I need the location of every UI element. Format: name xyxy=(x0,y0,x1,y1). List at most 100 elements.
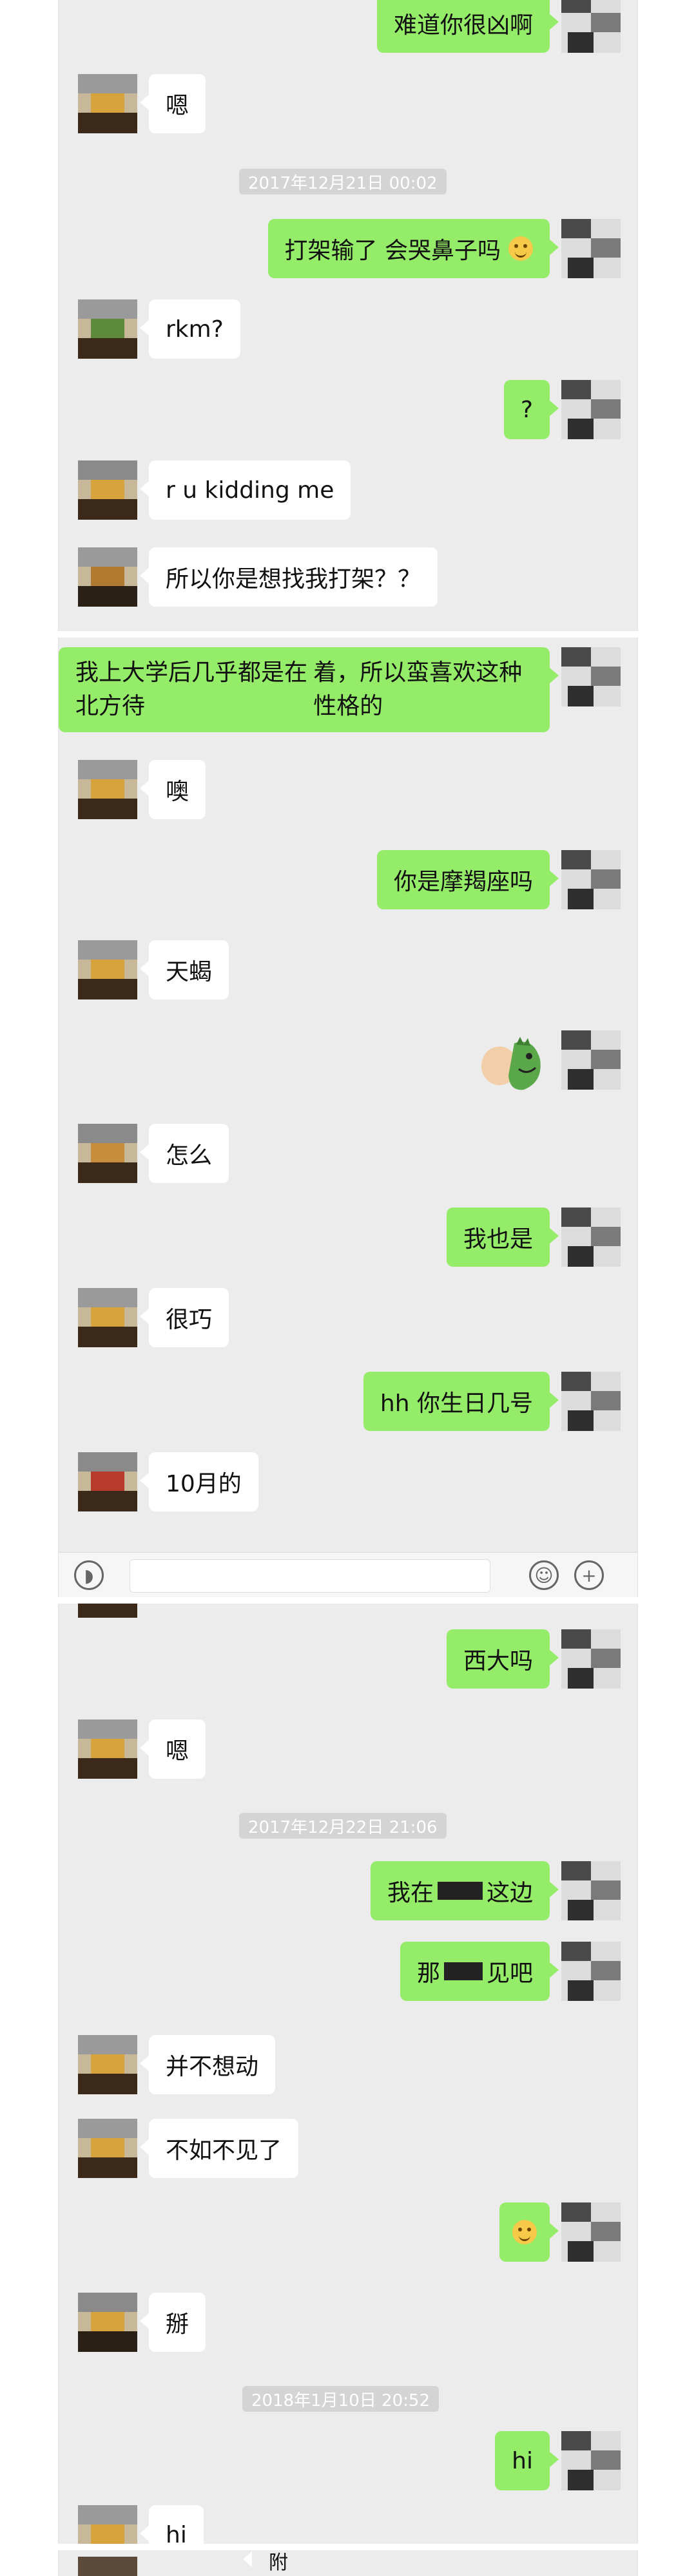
message-bubble-partial: 附 xyxy=(243,2550,305,2576)
contact-avatar[interactable] xyxy=(78,460,137,520)
message-bubble[interactable]: 天蝎 xyxy=(139,940,229,999)
my-avatar[interactable] xyxy=(561,2202,621,2262)
message-timestamp: 2017年12月21日 00:02 xyxy=(239,169,447,194)
message-bubble[interactable]: 打架输了 会哭鼻子吗 xyxy=(267,219,559,278)
contact-avatar[interactable] xyxy=(78,74,137,133)
redaction-mark xyxy=(443,1962,483,1980)
message-bubble[interactable]: 很巧 xyxy=(139,1288,229,1347)
redaction-mark xyxy=(437,1882,483,1900)
message-timestamp: 2017年12月22日 21:06 xyxy=(239,1813,447,1839)
message-bubble[interactable]: 所以你是想找我打架？？ xyxy=(139,547,438,607)
my-avatar[interactable] xyxy=(561,1942,621,2001)
message-text: 打架输了 会哭鼻子吗 xyxy=(284,238,501,264)
contact-avatar[interactable] xyxy=(78,2293,137,2352)
contact-avatar-partial xyxy=(78,1604,137,1618)
message-bubble[interactable]: 西大吗 xyxy=(446,1629,559,1689)
contact-avatar-partial xyxy=(78,2557,137,2576)
message-bubble[interactable]: 我也是 xyxy=(446,1208,559,1267)
message-bubble[interactable]: ? xyxy=(503,380,559,439)
chat-message-incoming: 不如不见了 xyxy=(59,2119,637,2183)
message-bubble[interactable]: 你是摩羯座吗 xyxy=(376,850,559,909)
chat-message-incoming: 嗯 xyxy=(59,1719,637,1784)
my-avatar[interactable] xyxy=(561,2431,621,2490)
smile-emoji-icon xyxy=(512,2220,537,2244)
chat-message-outgoing: 我也是 xyxy=(59,1208,637,1272)
message-bubble[interactable]: hh 你生日几号 xyxy=(363,1372,559,1431)
message-bubble[interactable]: 怎么 xyxy=(139,1124,229,1183)
message-bubble[interactable]: 我上大学后几乎都是在北方待 着，所以蛮喜欢这种性格的 xyxy=(59,647,559,732)
contact-avatar[interactable] xyxy=(78,940,137,999)
chat-message-incoming: 嗯 xyxy=(59,74,637,138)
message-bubble[interactable] xyxy=(499,2202,559,2262)
chat-message-incoming: r u kidding me xyxy=(59,460,637,525)
message-text: 那 xyxy=(416,1960,440,1987)
my-avatar[interactable] xyxy=(561,0,621,53)
message-bubble[interactable]: 不如不见了 xyxy=(139,2119,299,2178)
my-avatar[interactable] xyxy=(561,219,621,278)
contact-avatar[interactable] xyxy=(78,299,137,359)
message-bubble[interactable]: 10月的 xyxy=(140,1452,258,1511)
chat-message-incoming: 并不想动 xyxy=(59,2035,637,2099)
my-avatar[interactable] xyxy=(561,1208,621,1267)
chat-message-outgoing: hh 你生日几号 xyxy=(59,1372,637,1436)
message-bubble[interactable]: 并不想动 xyxy=(139,2035,276,2094)
my-avatar[interactable] xyxy=(561,1629,621,1689)
message-timestamp: 2018年1月10日 20:52 xyxy=(242,2386,439,2412)
chat-message-outgoing: 西大吗 xyxy=(59,1629,637,1694)
voice-icon[interactable]: ◗ xyxy=(74,1560,104,1590)
chat-panel-3: 西大吗 嗯 2017年12月22日 21:06 我在 这边 那 见吧 并不想动 … xyxy=(58,1604,638,2544)
message-bubble[interactable]: 那 见吧 xyxy=(400,1942,559,2001)
chat-message-outgoing: hi xyxy=(59,2431,637,2496)
contact-avatar[interactable] xyxy=(78,1288,137,1347)
message-text-line: 着，所以蛮喜欢这种性格的 xyxy=(313,659,523,719)
chat-message-incoming: hi xyxy=(59,2505,637,2544)
contact-avatar[interactable] xyxy=(78,760,137,819)
chat-input-bar: ◗ ☺ + xyxy=(59,1552,637,1597)
message-bubble[interactable]: rkm? xyxy=(140,299,240,359)
contact-avatar[interactable] xyxy=(78,1124,137,1183)
chat-message-incoming: 掰 xyxy=(59,2293,637,2357)
chat-message-outgoing: 我在 这边 xyxy=(59,1861,637,1926)
dinosaur-sticker-icon[interactable] xyxy=(479,1030,550,1095)
plus-icon[interactable]: + xyxy=(574,1560,604,1590)
message-bubble[interactable]: r u kidding me xyxy=(139,460,351,520)
message-bubble[interactable]: hi xyxy=(495,2431,559,2490)
contact-avatar[interactable] xyxy=(78,1719,137,1779)
contact-avatar[interactable] xyxy=(78,2505,137,2544)
chat-panel-2: 我上大学后几乎都是在北方待 着，所以蛮喜欢这种性格的 噢 你是摩羯座吗 天蝎 怎… xyxy=(58,638,638,1597)
chat-message-outgoing: 我上大学后几乎都是在北方待 着，所以蛮喜欢这种性格的 xyxy=(59,647,637,737)
message-bubble[interactable]: hi xyxy=(140,2505,204,2544)
message-text-line: 我上大学后几乎都是在北方待 xyxy=(75,659,308,719)
message-bubble[interactable]: 掰 xyxy=(139,2293,206,2352)
chat-message-incoming: 很巧 xyxy=(59,1288,637,1352)
chat-message-incoming: rkm? xyxy=(59,299,637,364)
message-bubble[interactable]: 嗯 xyxy=(139,74,206,133)
screenshot-canvas: 难道你很凶啊 嗯 2017年12月21日 00:02 打架输了 会哭鼻子吗 rk… xyxy=(0,0,696,2576)
my-avatar[interactable] xyxy=(561,1861,621,1920)
contact-avatar[interactable] xyxy=(78,2035,137,2094)
my-avatar[interactable] xyxy=(561,850,621,909)
my-avatar[interactable] xyxy=(561,380,621,439)
chat-panel-1: 难道你很凶啊 嗯 2017年12月21日 00:02 打架输了 会哭鼻子吗 rk… xyxy=(58,0,638,631)
chat-message-outgoing: 打架输了 会哭鼻子吗 xyxy=(59,219,637,283)
contact-avatar[interactable] xyxy=(78,2119,137,2178)
message-bubble[interactable]: 难道你很凶啊 xyxy=(376,0,559,53)
contact-avatar[interactable] xyxy=(78,547,137,607)
my-avatar[interactable] xyxy=(561,1030,621,1090)
chat-message-outgoing: ? xyxy=(59,380,637,444)
my-avatar[interactable] xyxy=(561,647,621,706)
message-bubble[interactable]: 嗯 xyxy=(139,1719,206,1779)
chat-message-incoming: 所以你是想找我打架？？ xyxy=(59,547,637,612)
chat-message-outgoing: 那 见吧 xyxy=(59,1942,637,2006)
message-text: 这边 xyxy=(486,1880,533,1906)
message-bubble[interactable]: 我在 这边 xyxy=(370,1861,559,1920)
message-bubble[interactable]: 噢 xyxy=(139,760,206,819)
chat-message-outgoing xyxy=(59,2202,637,2267)
my-avatar[interactable] xyxy=(561,1372,621,1431)
chat-panel-4: 附 xyxy=(58,2550,638,2576)
message-input[interactable] xyxy=(130,1559,490,1593)
chat-message-incoming: 天蝎 xyxy=(59,940,637,1005)
emoji-icon[interactable]: ☺ xyxy=(529,1560,559,1590)
contact-avatar[interactable] xyxy=(78,1452,137,1511)
message-text: 见吧 xyxy=(486,1960,533,1987)
